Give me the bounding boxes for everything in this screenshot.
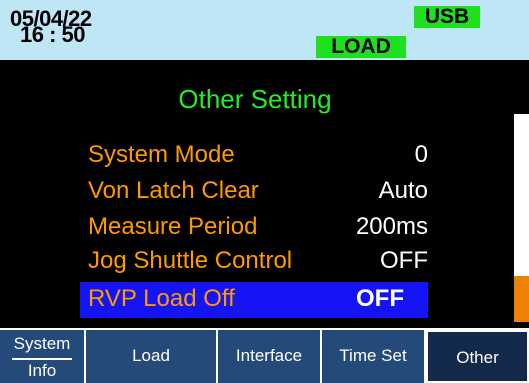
page-title: Other Setting: [178, 84, 332, 114]
setting-value: OFF: [380, 247, 428, 274]
setting-row-system-mode[interactable]: System Mode 0: [80, 138, 428, 174]
softkey-label-bottom: Info: [27, 361, 57, 380]
scrollbar-thumb[interactable]: [514, 276, 529, 322]
softkey-time-set[interactable]: Time Set: [322, 330, 424, 383]
setting-row-measure-period[interactable]: Measure Period 200ms: [80, 210, 428, 246]
setting-value: 0: [414, 141, 428, 168]
softkey-label: Interface: [235, 346, 303, 365]
softkey-interface[interactable]: Interface: [218, 330, 320, 383]
status-bar: 05/04/22 16 : 50 USB LOAD: [0, 0, 529, 60]
setting-label: Measure Period: [88, 213, 258, 240]
setting-value: OFF: [356, 285, 404, 312]
softkey-label-top: System: [13, 334, 71, 353]
load-badge: LOAD: [316, 36, 406, 58]
setting-label: Von Latch Clear: [88, 177, 259, 204]
softkey-divider: [12, 358, 72, 360]
softkey-load[interactable]: Load: [86, 330, 216, 383]
softkey-label: Other: [456, 348, 499, 367]
setting-row-rvp-load-off[interactable]: RVP Load Off OFF: [80, 282, 428, 318]
setting-label: RVP Load Off: [88, 285, 235, 312]
softkey-label: Time Set: [339, 346, 407, 365]
usb-badge: USB: [414, 6, 480, 28]
softkey-other[interactable]: Other: [426, 330, 529, 383]
setting-value: 200ms: [355, 213, 428, 240]
softkey-label: Load: [132, 346, 170, 365]
setting-label: System Mode: [88, 141, 235, 168]
time-display: 16 : 50: [20, 22, 86, 47]
setting-label: Jog Shuttle Control: [88, 247, 293, 274]
softkey-system-info[interactable]: System Info: [0, 330, 84, 383]
setting-row-jog-shuttle-control[interactable]: Jog Shuttle Control OFF: [80, 244, 428, 280]
setting-value: Auto: [378, 177, 428, 204]
setting-row-von-latch-clear[interactable]: Von Latch Clear Auto: [80, 174, 428, 210]
